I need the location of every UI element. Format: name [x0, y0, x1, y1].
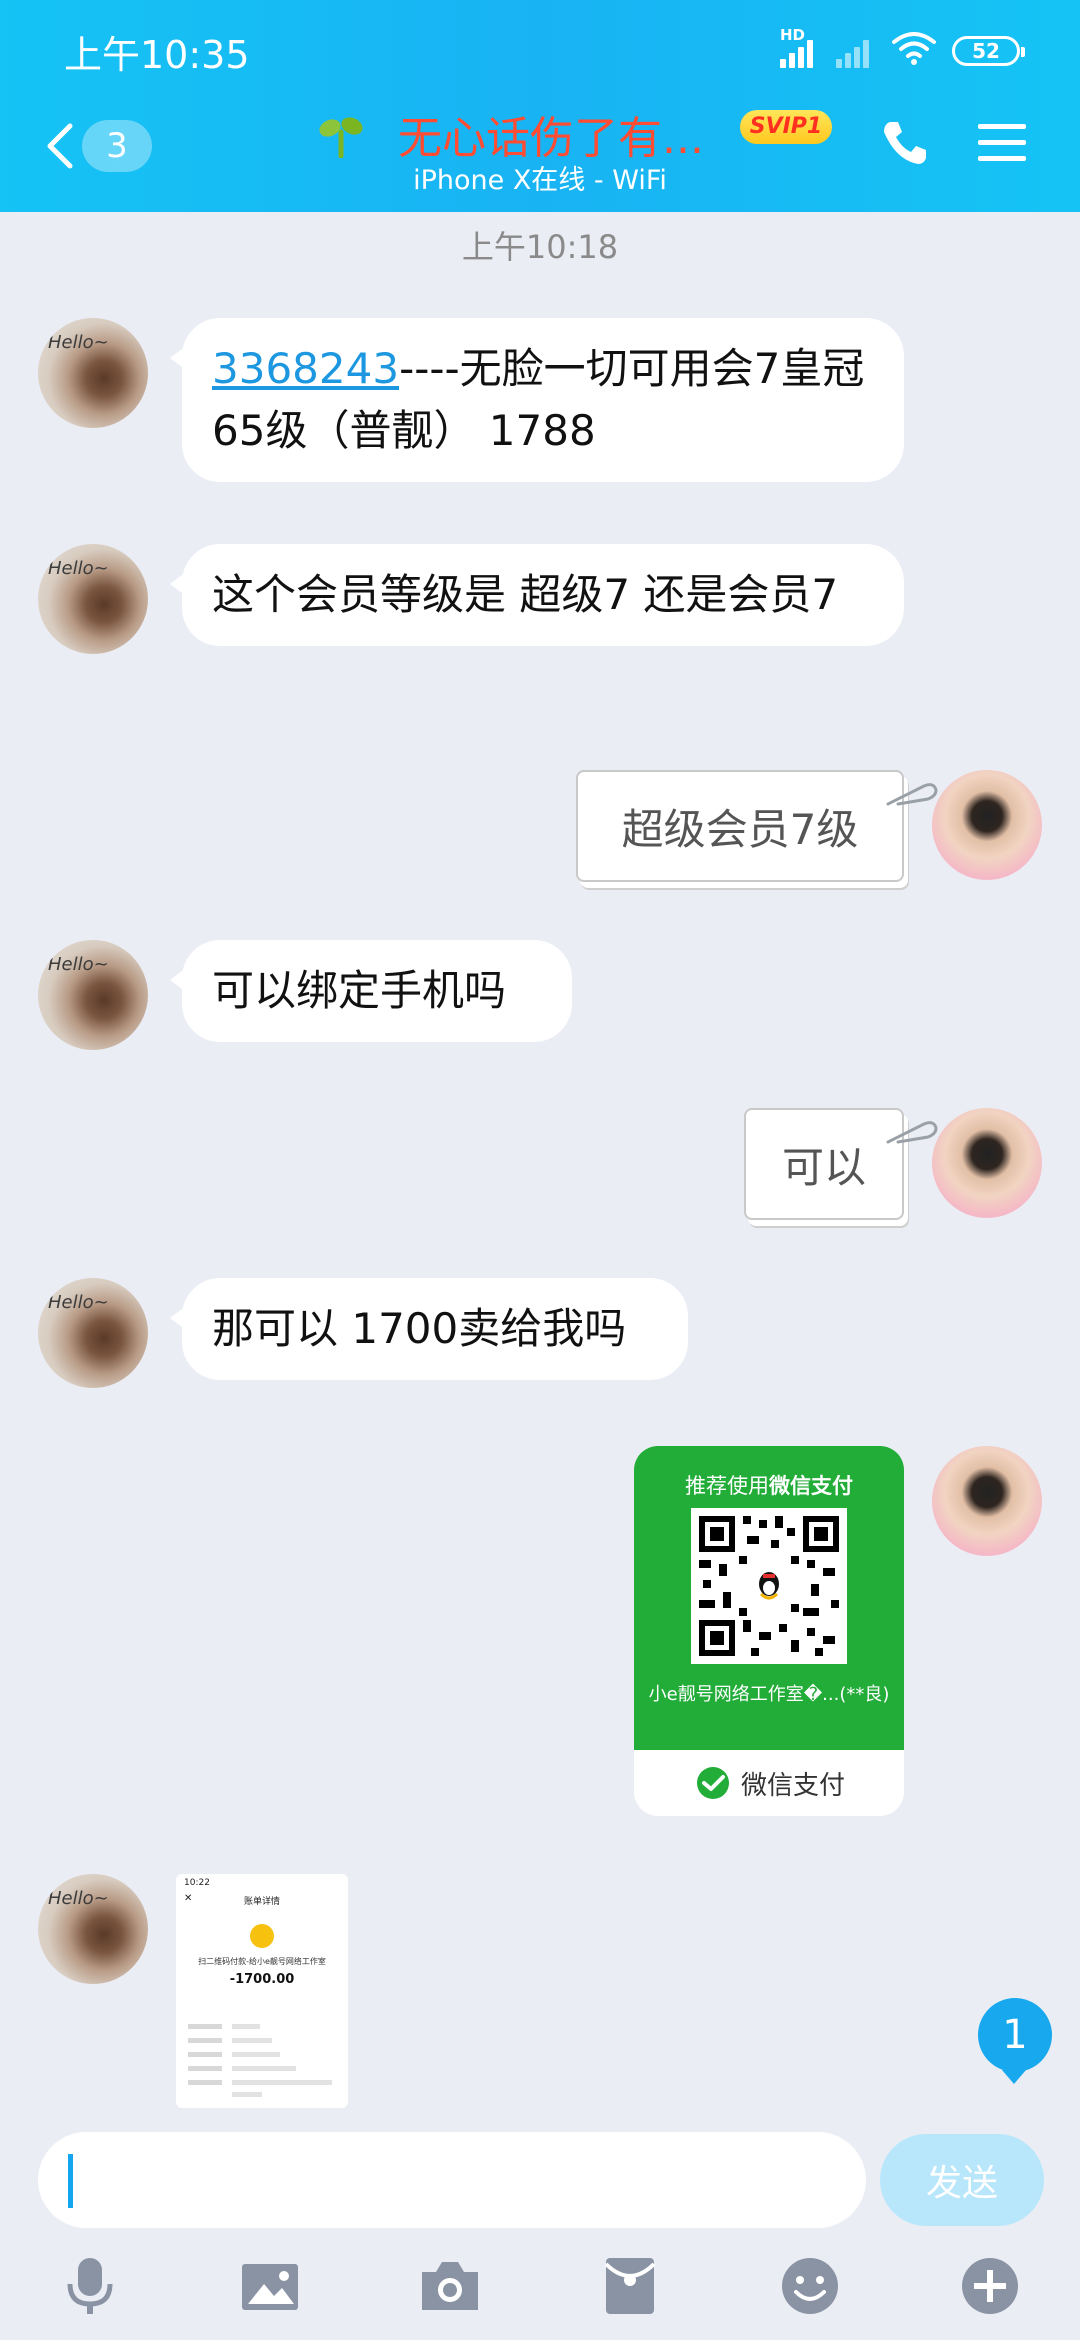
emoji-icon[interactable]: [778, 2254, 842, 2318]
contact-avatar[interactable]: Hello~: [38, 940, 148, 1050]
my-avatar[interactable]: [932, 770, 1042, 880]
paperclip-icon: [886, 1121, 938, 1144]
send-button[interactable]: 发送: [880, 2134, 1044, 2226]
message-bubble[interactable]: 那可以 1700卖给我吗: [170, 1278, 688, 1380]
camera-icon[interactable]: [418, 2254, 482, 2318]
contact-name[interactable]: 无心话伤了有...: [398, 102, 704, 166]
status-time: 上午10:35: [64, 33, 250, 77]
wechat-pay-qr-card[interactable]: 推荐使用微信支付 小e靓号网络工作室�...(**良) 微信支付: [634, 1446, 904, 1816]
paperclip-icon: [886, 783, 938, 806]
pay-brand-text: 微信支付: [769, 1474, 853, 1498]
message-input[interactable]: [38, 2132, 866, 2228]
receipt-screenshot-image[interactable]: 10:22 ✕ 账单详情 扫二维码付款-给小e靓号网络工作室 -1700.00: [176, 1874, 348, 2108]
message-text: 超级会员7级: [621, 804, 859, 854]
my-message-bubble[interactable]: 超级会员7级: [576, 770, 904, 882]
svip-badge: SVIP1: [740, 110, 832, 144]
red-packet-icon[interactable]: [598, 2254, 662, 2318]
qr-code[interactable]: [691, 1508, 847, 1664]
my-avatar[interactable]: [932, 1108, 1042, 1218]
message-bubble[interactable]: 这个会员等级是 超级7 还是会员7: [170, 544, 904, 646]
plus-icon[interactable]: [958, 2254, 1022, 2318]
wechat-pay-label: 微信支付: [740, 1770, 845, 1801]
message-bubble[interactable]: 3368243----无脸一切可用会7皇冠65级（普靓） 1788: [170, 318, 904, 482]
message-timestamp: 上午10:18: [461, 228, 619, 266]
contact-avatar[interactable]: Hello~: [38, 544, 148, 654]
message-text: 这个会员等级是 超级7 还是会员7: [212, 570, 839, 619]
my-message-bubble[interactable]: 可以: [744, 1108, 904, 1220]
wechat-pay-icon: [696, 1767, 729, 1799]
wifi-icon: [892, 32, 936, 65]
contact-avatar[interactable]: Hello~: [38, 1278, 148, 1388]
image-icon[interactable]: [238, 2254, 302, 2318]
message-text: 可以: [781, 1142, 866, 1192]
my-avatar[interactable]: [932, 1446, 1042, 1556]
chat-header: 上午10:35 HD 52 3 无心话伤了有... SVIP1 iPhone X…: [0, 0, 1080, 212]
pay-recommend-text: 推荐使用: [685, 1474, 769, 1498]
message-text: 可以绑定手机吗: [212, 966, 507, 1015]
microphone-icon[interactable]: [58, 2254, 122, 2318]
phone-icon[interactable]: [880, 118, 930, 168]
message-bubble[interactable]: 可以绑定手机吗: [170, 940, 572, 1042]
merchant-name: 小e靓号网络工作室�...(**良): [648, 1684, 890, 1705]
contact-avatar[interactable]: Hello~: [38, 318, 148, 428]
status-bar: 上午10:35 HD 52: [0, 0, 1080, 100]
contact-avatar[interactable]: Hello~: [38, 1874, 148, 1984]
navigation-bar: 3 无心话伤了有... SVIP1 iPhone X在线 - WiFi: [0, 100, 1080, 212]
message-text: 那可以 1700卖给我吗: [212, 1304, 627, 1353]
menu-icon[interactable]: [978, 118, 1028, 168]
qq-number-link[interactable]: 3368243: [212, 344, 399, 393]
sprout-icon: [319, 117, 363, 158]
battery-indicator: 52: [952, 36, 1025, 66]
text-cursor: [68, 2154, 73, 2208]
new-message-count-badge[interactable]: 1: [978, 1998, 1052, 2084]
